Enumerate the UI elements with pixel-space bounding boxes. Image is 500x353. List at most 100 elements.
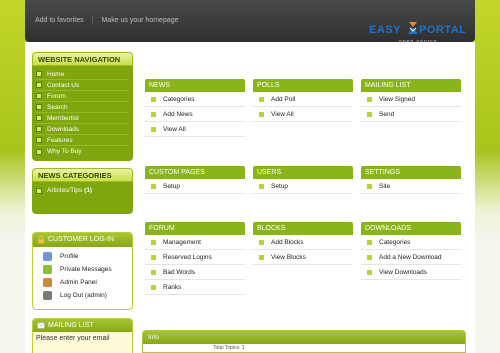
item-label: Bad Words (163, 268, 196, 276)
email-input[interactable]: Please enter your email (33, 332, 132, 345)
info-panel: Info Total Topics: 1 (142, 330, 466, 353)
mailing-list-title: MAILING LIST (48, 322, 94, 329)
bullet-icon (151, 111, 156, 117)
blocks-item-add-blocks[interactable]: Add Blocks (253, 235, 353, 250)
nav-item-contact-us[interactable]: Contact Us (36, 80, 129, 91)
bullet-icon (36, 115, 42, 121)
item-label: Add Poll (271, 95, 296, 103)
login-item-admin-panel[interactable]: Admin Panel (33, 276, 132, 289)
nav-item-forum[interactable]: Forum (36, 91, 129, 102)
item-label: Setup (271, 182, 288, 190)
category-label: Articles/Tips (47, 187, 83, 194)
news-categories-box: NEWS CATEGORIES Articles/Tips (1) (32, 168, 133, 214)
nav-item-search[interactable]: Search (36, 102, 129, 113)
mailing-item-send[interactable]: Send (361, 107, 461, 122)
website-navigation-list: Home Contact Us Forum Search Memberlist … (32, 66, 133, 161)
custom-pages-title: CUSTOM PAGES (145, 166, 245, 179)
login-item-label: Private Messages (60, 266, 112, 273)
mailing-list-admin-box: MAILING LIST View Signed Send (361, 79, 461, 122)
nav-label: Forum (47, 92, 66, 100)
info-title: Info (143, 331, 465, 344)
item-label: View Downloads (379, 268, 427, 276)
bullet-icon (36, 126, 42, 132)
customer-login-header: CUSTOMER LOG-IN (33, 233, 132, 247)
make-homepage-link[interactable]: Make us your homepage (101, 17, 178, 24)
bullet-icon (151, 284, 156, 290)
blocks-box: BLOCKS Add Blocks View Blocks (253, 222, 353, 265)
nav-label: Home (47, 70, 65, 78)
add-to-favorites-link[interactable]: Add to favorites (35, 17, 84, 24)
login-item-label: Admin Panel (60, 279, 97, 286)
blocks-title: BLOCKS (253, 222, 353, 235)
bullet-icon (36, 148, 42, 155)
customer-login-box: CUSTOMER LOG-IN Profile Private Messages… (32, 232, 133, 310)
nav-label: Features (47, 136, 73, 144)
admin-panel-icon (43, 278, 52, 287)
logo-text-right: PORTAL (419, 24, 467, 36)
users-title: USERS (253, 166, 353, 179)
item-label: Categories (379, 238, 411, 246)
bullet-icon (367, 111, 372, 117)
downloads-item-add-new[interactable]: Add a New Download (361, 250, 461, 265)
messages-icon (43, 265, 52, 274)
bullet-icon (367, 96, 372, 102)
login-item-log-out[interactable]: Log Out (admin) (33, 289, 132, 302)
bullet-icon (367, 269, 372, 275)
envelope-icon (37, 322, 45, 329)
item-label: Site (379, 182, 391, 190)
top-links: Add to favorites | Make us your homepage (35, 17, 179, 24)
polls-item-view-all[interactable]: View All (253, 107, 353, 122)
nav-label: Contact Us (47, 81, 80, 89)
custom-pages-item-setup[interactable]: Setup (145, 179, 245, 194)
item-label: View All (163, 125, 186, 133)
nav-item-why-to-buy[interactable]: Why To Buy (36, 146, 129, 157)
downloads-item-view[interactable]: View Downloads (361, 265, 461, 280)
nav-item-home[interactable]: Home (36, 69, 129, 80)
nav-item-downloads[interactable]: Downloads (36, 124, 129, 135)
bullet-icon (151, 254, 156, 260)
bullet-icon (151, 126, 156, 132)
downloads-item-categories[interactable]: Categories (361, 235, 461, 250)
lock-icon (38, 236, 44, 244)
profile-icon (43, 252, 52, 261)
forum-item-reserved-logins[interactable]: Reserved Logins (145, 250, 245, 265)
forum-box: FORUM Management Reserved Logins Bad Wor… (145, 222, 245, 295)
login-item-profile[interactable]: Profile (33, 250, 132, 263)
bullet-icon (259, 254, 264, 260)
news-item-categories[interactable]: Categories (145, 92, 245, 107)
login-item-private-messages[interactable]: Private Messages (33, 263, 132, 276)
forum-item-management[interactable]: Management (145, 235, 245, 250)
item-label: View Signed (379, 95, 416, 103)
bullet-icon (36, 137, 42, 143)
forum-item-ranks[interactable]: Ranks (145, 280, 245, 295)
category-count: (1) (84, 187, 93, 194)
logo-text-left: EASY (369, 24, 401, 36)
forum-title: FORUM (145, 222, 245, 235)
item-label: Setup (163, 182, 180, 190)
item-label: Add News (163, 110, 193, 118)
nav-item-features[interactable]: Features (36, 135, 129, 146)
polls-title: POLLS (253, 79, 353, 92)
website-navigation-title: WEBSITE NAVIGATION (32, 52, 133, 66)
customer-login-title: CUSTOMER LOG-IN (48, 236, 114, 243)
polls-box: POLLS Add Poll View All (253, 79, 353, 122)
polls-item-add-poll[interactable]: Add Poll (253, 92, 353, 107)
mailing-item-view-signed[interactable]: View Signed (361, 92, 461, 107)
forum-item-bad-words[interactable]: Bad Words (145, 265, 245, 280)
mailing-list-admin-title: MAILING LIST (361, 79, 461, 92)
users-item-setup[interactable]: Setup (253, 179, 353, 194)
nav-item-memberlist[interactable]: Memberlist (36, 113, 129, 124)
bullet-icon (259, 96, 264, 102)
news-item-view-all[interactable]: View All (145, 122, 245, 137)
blocks-item-view-blocks[interactable]: View Blocks (253, 250, 353, 265)
info-line: Total Topics: 1 (213, 345, 245, 351)
downloads-box: DOWNLOADS Categories Add a New Download … (361, 222, 461, 280)
bullet-icon (259, 239, 264, 245)
bullet-icon (367, 254, 372, 260)
settings-item-site[interactable]: Site (361, 179, 461, 194)
category-item[interactable]: Articles/Tips (1) (36, 185, 129, 196)
bullet-icon (151, 269, 156, 275)
mailing-list-box: MAILING LIST Please enter your email (32, 318, 133, 353)
login-item-label: Profile (60, 253, 79, 260)
news-item-add-news[interactable]: Add News (145, 107, 245, 122)
